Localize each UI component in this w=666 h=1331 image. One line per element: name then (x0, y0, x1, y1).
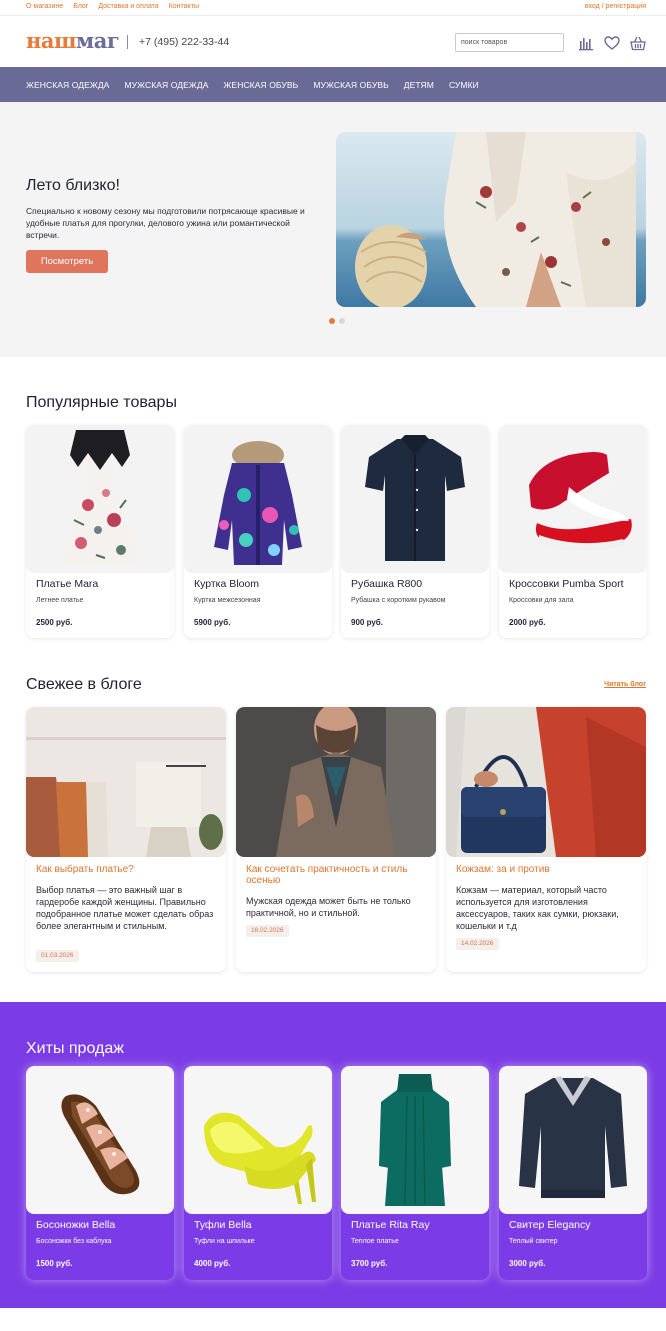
product-card[interactable]: Туфли Bella Туфли на шпильке 4000 руб. (184, 1066, 332, 1280)
popular-title: Популярные товары (26, 394, 177, 411)
product-name[interactable]: Платье Rita Ray (351, 1219, 430, 1231)
product-price: 4000 руб. (194, 1259, 231, 1268)
product-name[interactable]: Платье Mara (36, 578, 98, 590)
product-card[interactable]: Кроссовки Pumba Sport Кроссовки для зала… (499, 425, 647, 638)
hero-view-button[interactable]: Посмотреть (26, 250, 108, 273)
divider (127, 35, 128, 49)
blog-card[interactable]: Как сочетать практичность и стиль осенью… (236, 707, 436, 972)
product-price: 2500 руб. (36, 618, 73, 627)
product-name[interactable]: Свитер Elegancy (509, 1219, 591, 1231)
product-name[interactable]: Туфли Bella (194, 1219, 252, 1231)
blog-post-text: Выбор платья — это важный шаг в гардероб… (36, 885, 214, 931)
hero-banner: Лето близко! Специально к новому сезону … (0, 102, 666, 357)
product-desc: Босоножки без каблука (36, 1238, 112, 1245)
product-card[interactable]: Платье Mara Летнее платье 2500 руб. (26, 425, 174, 638)
blog-post-text: Кожзам — материал, который часто использ… (456, 885, 619, 931)
slider-dot-2[interactable] (339, 318, 345, 324)
top-bar: О магазине Блог Доставка и оплата Контак… (0, 0, 666, 15)
product-price: 900 руб. (351, 618, 383, 627)
phone-number[interactable]: +7 (495) 222-33-44 (139, 36, 229, 48)
blog-post-title[interactable]: Как выбрать платье? (36, 864, 220, 875)
product-image-sweater[interactable] (499, 1066, 647, 1214)
read-blog-link[interactable]: Читать блог (604, 681, 646, 688)
nav-item-men-clothes[interactable]: Мужская одежда (124, 80, 208, 90)
top-link-about[interactable]: О магазине (26, 3, 63, 10)
nav-item-men-shoes[interactable]: Мужская обувь (313, 80, 388, 90)
blog-post-date: 18.02.2026 (246, 925, 289, 937)
blog-card[interactable]: Кожзам: за и против Кожзам — материал, к… (446, 707, 646, 972)
top-link-contacts[interactable]: Контакты (169, 3, 199, 10)
product-desc: Летнее платье (36, 597, 84, 604)
nav-item-women-shoes[interactable]: Женская обувь (223, 80, 298, 90)
main-nav: Женская одежда Мужская одежда Женская об… (0, 67, 666, 102)
product-image-heels[interactable] (184, 1066, 332, 1214)
hits-title: Хиты продаж (26, 1040, 124, 1057)
product-desc: Куртка межсезонная (194, 597, 261, 604)
product-price: 3000 руб. (509, 1259, 546, 1268)
stats-icon[interactable] (578, 35, 594, 51)
nav-item-kids[interactable]: Детям (404, 80, 434, 90)
blog-post-title[interactable]: Как сочетать практичность и стиль осенью (246, 864, 430, 886)
product-price: 1500 руб. (36, 1259, 73, 1268)
product-price: 3700 руб. (351, 1259, 388, 1268)
blog-image-bag[interactable] (446, 707, 646, 857)
top-link-delivery[interactable]: Доставка и оплата (98, 3, 158, 10)
top-link-blog[interactable]: Блог (73, 3, 88, 10)
product-image-shirt[interactable] (341, 425, 489, 573)
hero-image[interactable] (336, 132, 646, 307)
login-link[interactable]: вход / регистрация (585, 3, 646, 10)
product-desc: Теплое платье (351, 1238, 399, 1245)
blog-image-man[interactable] (236, 707, 436, 857)
hits-section: Хиты продаж Босоножки Bella Босоножки бе… (0, 1002, 666, 1308)
header: нашмаг +7 (495) 222-33-44 (0, 15, 666, 67)
heart-icon[interactable] (604, 35, 620, 51)
blog-title: Свежее в блоге (26, 676, 142, 693)
product-card[interactable]: Свитер Elegancy Теплый свитер 3000 руб. (499, 1066, 647, 1280)
nav-item-bags[interactable]: Сумки (449, 80, 479, 90)
product-image-sandals[interactable] (26, 1066, 174, 1214)
product-image-jacket[interactable] (184, 425, 332, 573)
product-price: 5900 руб. (194, 618, 231, 627)
product-name[interactable]: Куртка Bloom (194, 578, 259, 590)
product-name[interactable]: Рубашка R800 (351, 578, 422, 590)
blog-post-date: 14.02.2026 (456, 938, 499, 950)
product-image-sneakers[interactable] (499, 425, 647, 573)
logo-part2: маг (76, 28, 120, 53)
slider-dot-1[interactable] (329, 318, 335, 324)
product-desc: Теплый свитер (509, 1238, 558, 1245)
blog-card[interactable]: Как выбрать платье? Выбор платья — это в… (26, 707, 226, 972)
product-card[interactable]: Платье Rita Ray Теплое платье 3700 руб. (341, 1066, 489, 1280)
blog-post-title[interactable]: Кожзам: за и против (456, 864, 640, 875)
basket-icon[interactable] (630, 35, 646, 51)
search-input[interactable] (455, 33, 564, 52)
nav-item-women-clothes[interactable]: Женская одежда (26, 80, 109, 90)
logo[interactable]: нашмаг (26, 28, 120, 54)
blog-post-text: Мужская одежда может быть не только прак… (246, 896, 411, 918)
hero-title: Лето близко! (26, 177, 120, 194)
product-name[interactable]: Босоножки Bella (36, 1219, 115, 1231)
product-name[interactable]: Кроссовки Pumba Sport (509, 578, 624, 590)
product-price: 2000 руб. (509, 618, 546, 627)
top-links: О магазине Блог Доставка и оплата Контак… (26, 3, 199, 10)
product-card[interactable]: Рубашка R800 Рубашка с коротким рукавом … (341, 425, 489, 638)
product-image-dress[interactable] (26, 425, 174, 573)
product-desc: Рубашка с коротким рукавом (351, 597, 446, 604)
blog-image-dresses[interactable] (26, 707, 226, 857)
logo-part1: наш (26, 28, 77, 53)
product-desc: Кроссовки для зала (509, 597, 574, 604)
blog-post-date: 01.03.2026 (36, 950, 79, 962)
product-card[interactable]: Куртка Bloom Куртка межсезонная 5900 руб… (184, 425, 332, 638)
hero-text: Специально к новому сезону мы подготовил… (26, 206, 305, 240)
product-desc: Туфли на шпильке (194, 1238, 255, 1245)
product-card[interactable]: Босоножки Bella Босоножки без каблука 15… (26, 1066, 174, 1280)
product-image-knit-dress[interactable] (341, 1066, 489, 1214)
